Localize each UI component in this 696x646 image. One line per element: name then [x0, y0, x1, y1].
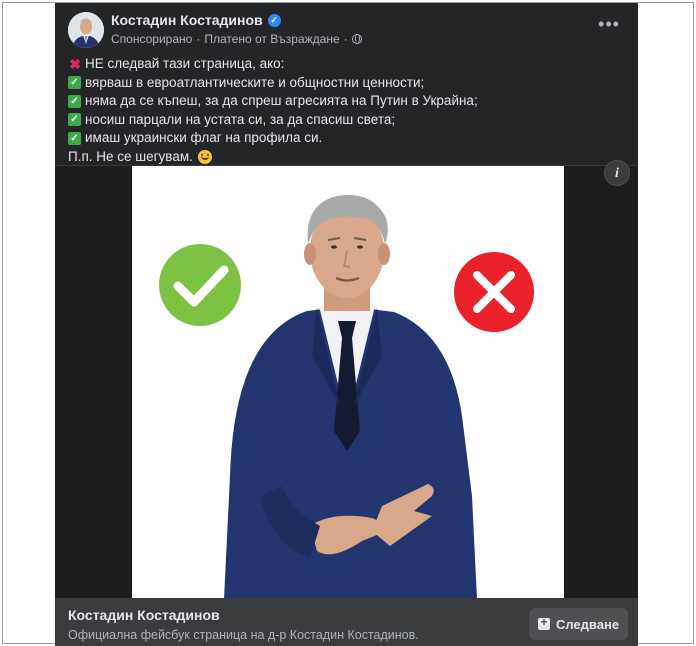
post-meta: Спонсорирано · Платено от Възраждане · — [111, 32, 362, 46]
post-line-2-text: вярваш в евроатлантическите и общностни … — [85, 74, 425, 90]
post-line-3: ✓ няма да се къпеш, за да спреш агресият… — [68, 92, 628, 111]
page-footer: Костадин Костадинов Официална фейсбук ст… — [55, 598, 638, 646]
post-line-5: ✓ имаш украински флаг на профила си. — [68, 129, 628, 148]
more-options-icon[interactable]: ••• — [595, 15, 623, 37]
post-line-2: ✓ вярваш в евроатлантическите и общностн… — [68, 74, 628, 93]
meta-separator: · — [196, 32, 201, 46]
author-name[interactable]: Костадин Костадинов — [111, 12, 263, 28]
cross-circle-icon — [454, 252, 534, 332]
info-icon[interactable]: i — [604, 160, 630, 186]
meta-separator-2: · — [343, 32, 348, 46]
smile-emoji-icon — [197, 149, 212, 164]
globe-icon — [351, 34, 362, 44]
post-text: ✖ НЕ следвай тази страница, ако: ✓ вярва… — [68, 55, 628, 166]
sponsored-post-card: Костадин Костадинов ✓ Спонсорирано · Пла… — [55, 3, 638, 646]
post-line-4-text: носиш парцали на устата си, за да спасиш… — [85, 111, 396, 127]
green-check-emoji-icon: ✓ — [68, 76, 81, 90]
post-image-illustration — [132, 166, 564, 599]
page-name[interactable]: Костадин Костадинов — [68, 607, 220, 623]
green-check-emoji-icon: ✓ — [68, 94, 81, 108]
post-line-5-text: имаш украински флаг на профила си. — [85, 130, 323, 145]
green-check-emoji-icon: ✓ — [68, 113, 81, 127]
post-image[interactable] — [132, 166, 564, 599]
check-circle-icon — [159, 244, 241, 326]
follow-label: Следване — [555, 616, 620, 632]
green-check-emoji-icon: ✓ — [68, 131, 81, 145]
add-page-icon — [537, 615, 550, 630]
page-description: Официална фейсбук страница на д-р Костад… — [68, 628, 419, 642]
author-name-row: Костадин Костадинов ✓ — [111, 12, 281, 28]
post-header: Костадин Костадинов ✓ Спонсорирано · Пла… — [55, 3, 638, 53]
post-line-6: П.п. Не се шегувам. — [68, 148, 628, 167]
sponsored-label[interactable]: Спонсорирано — [111, 32, 192, 46]
post-image-area — [55, 165, 638, 599]
red-cross-emoji-icon: ✖ — [69, 56, 81, 72]
post-line-6-text: П.п. Не се шегувам. — [68, 148, 193, 164]
avatar-portrait — [68, 12, 104, 48]
post-line-1-text: НЕ следвай тази страница, ако: — [85, 56, 285, 71]
author-avatar[interactable] — [68, 12, 104, 48]
paid-by-label[interactable]: Платено от Възраждане — [204, 32, 339, 46]
verified-badge-icon: ✓ — [267, 13, 281, 27]
follow-button[interactable]: Следване — [529, 608, 628, 640]
post-line-3-text: няма да се къпеш, за да спреш агресията … — [85, 93, 478, 108]
post-line-1: ✖ НЕ следвай тази страница, ако: — [68, 55, 628, 74]
post-line-4: ✓ носиш парцали на устата си, за да спас… — [68, 111, 628, 130]
